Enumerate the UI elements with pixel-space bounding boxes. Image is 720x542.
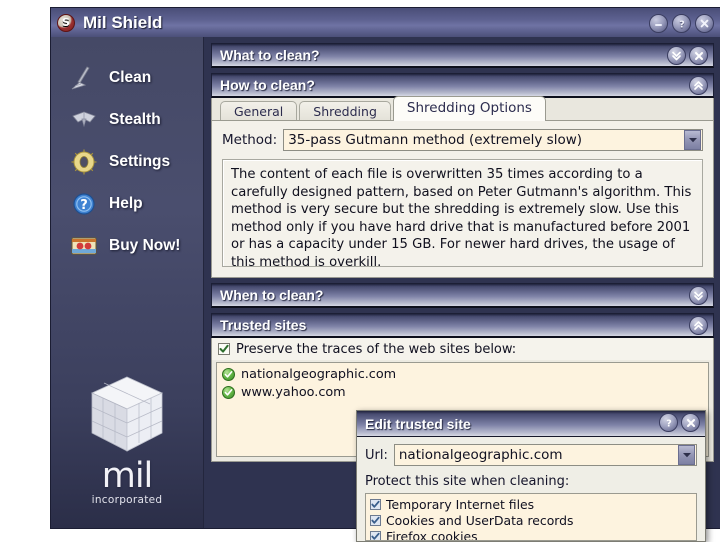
sidebar-item-label: Stealth	[109, 111, 161, 128]
preserve-traces-checkbox[interactable]	[218, 343, 230, 355]
panel-body-how-to-clean: General Shredding Shredding Options Meth…	[211, 96, 714, 278]
protect-checkbox[interactable]	[370, 514, 381, 526]
dialog-help-button[interactable]: ?	[659, 413, 678, 432]
chevron-down-icon[interactable]	[684, 130, 701, 150]
sidebar-item-label: Help	[109, 195, 143, 212]
panel-controls	[689, 286, 708, 305]
svg-text:?: ?	[666, 418, 672, 429]
dialog-close-button[interactable]	[681, 413, 700, 432]
tab-shredding-options[interactable]: Shredding Options	[392, 96, 546, 121]
url-label: Url:	[365, 447, 388, 463]
list-item-label: Cookies and UserData records	[386, 512, 574, 528]
tabpane-shredding-options: Method: 35-pass Gutmann method (extremel…	[212, 120, 713, 277]
close-button[interactable]	[695, 14, 714, 33]
sidebar: Clean Stealth Settings ? Help Buy Now! m…	[51, 37, 204, 528]
question-circle-icon: ?	[67, 189, 101, 219]
list-item[interactable]: Cookies and UserData records	[370, 512, 696, 528]
protect-checkbox[interactable]	[370, 498, 381, 510]
broom-icon	[67, 63, 101, 93]
banknote-icon	[67, 231, 101, 261]
preserve-traces-row[interactable]: Preserve the traces of the web sites bel…	[212, 338, 713, 360]
list-item-label: nationalgeographic.com	[241, 366, 397, 382]
chevron-double-down-icon[interactable]	[667, 46, 686, 65]
sidebar-item-settings[interactable]: Settings	[51, 141, 203, 183]
help-button[interactable]: ?	[672, 14, 691, 33]
panel-when-to-clean: When to clean?	[211, 283, 714, 308]
chevron-double-down-icon[interactable]	[689, 286, 708, 305]
panel-controls	[667, 46, 708, 65]
panel-title: How to clean?	[220, 77, 315, 93]
url-row: Url: nationalgeographic.com	[365, 444, 697, 466]
sidebar-item-label: Clean	[109, 69, 152, 86]
panel-header-trusted-sites[interactable]: Trusted sites	[211, 313, 714, 338]
dialog-controls: ?	[659, 413, 700, 432]
brand-subtitle: incorporated	[91, 494, 163, 506]
dialog-title: Edit trusted site	[365, 415, 471, 432]
list-item[interactable]: Firefox cookies	[370, 528, 696, 541]
window-titlebar[interactable]: S Mil Shield ?	[51, 8, 720, 38]
panel-what-to-clean: What to clean?	[211, 43, 714, 68]
panel-header-what-to-clean[interactable]: What to clean?	[211, 43, 714, 68]
green-check-icon	[222, 367, 235, 381]
close-icon[interactable]	[689, 46, 708, 65]
method-description: The content of each file is overwritten …	[222, 159, 703, 267]
panel-title: What to clean?	[220, 47, 320, 63]
panel-header-when-to-clean[interactable]: When to clean?	[211, 283, 714, 308]
minimize-button[interactable]	[649, 14, 668, 33]
chevron-double-up-icon[interactable]	[689, 76, 708, 95]
panel-controls	[689, 316, 708, 335]
panel-controls	[689, 76, 708, 95]
tabstrip: General Shredding Shredding Options	[212, 96, 713, 123]
url-input[interactable]: nationalgeographic.com	[395, 447, 678, 463]
edit-trusted-site-dialog: Edit trusted site ? Url: nationalgeograp…	[356, 410, 706, 542]
green-check-icon	[222, 385, 235, 399]
sidebar-item-buy-now[interactable]: Buy Now!	[51, 225, 203, 267]
sidebar-item-label: Buy Now!	[109, 237, 181, 254]
list-item[interactable]: www.yahoo.com	[219, 383, 708, 401]
cube-logo-icon	[51, 371, 203, 457]
window-title: Mil Shield	[83, 12, 163, 32]
panel-title: When to clean?	[220, 287, 324, 303]
url-combobox[interactable]: nationalgeographic.com	[393, 444, 697, 466]
list-item-label: Firefox cookies	[386, 528, 478, 541]
method-row: Method: 35-pass Gutmann method (extremel…	[222, 129, 703, 151]
panel-header-how-to-clean[interactable]: How to clean?	[211, 73, 714, 98]
protect-checkbox[interactable]	[370, 530, 381, 540]
list-item[interactable]: Temporary Internet files	[370, 496, 696, 512]
dialog-body: Url: nationalgeographic.com Protect this…	[357, 437, 705, 541]
dialog-titlebar[interactable]: Edit trusted site ?	[357, 411, 705, 437]
list-item[interactable]: nationalgeographic.com	[219, 365, 708, 383]
app-logo-icon: S	[57, 13, 75, 32]
protect-label: Protect this site when cleaning:	[365, 474, 570, 489]
panel-how-to-clean: How to clean? General Shredding Shreddin…	[211, 73, 714, 278]
preserve-traces-label: Preserve the traces of the web sites bel…	[236, 341, 517, 357]
chevron-double-up-icon[interactable]	[689, 316, 708, 335]
svg-text:?: ?	[80, 198, 88, 213]
brand-name: mil	[101, 456, 154, 496]
sidebar-item-clean[interactable]: Clean	[51, 57, 203, 99]
method-value: 35-pass Gutmann method (extremely slow)	[288, 132, 583, 148]
stealth-plane-icon	[67, 105, 101, 135]
brand-block: mil incorporated	[51, 371, 203, 506]
method-label: Method:	[222, 132, 278, 148]
list-item-label: Temporary Internet files	[386, 496, 535, 512]
method-combobox[interactable]: 35-pass Gutmann method (extremely slow)	[283, 129, 703, 151]
sidebar-item-label: Settings	[109, 153, 171, 170]
panel-title: Trusted sites	[220, 317, 307, 333]
sidebar-nav: Clean Stealth Settings ? Help Buy Now!	[51, 37, 203, 267]
list-item-label: www.yahoo.com	[241, 384, 346, 400]
svg-text:?: ?	[679, 19, 685, 30]
chevron-down-icon[interactable]	[678, 445, 695, 465]
protect-options-list[interactable]: Temporary Internet files Cookies and Use…	[365, 493, 697, 541]
gear-icon	[67, 147, 101, 177]
sidebar-item-help[interactable]: ? Help	[51, 183, 203, 225]
sidebar-item-stealth[interactable]: Stealth	[51, 99, 203, 141]
window-controls: ?	[649, 14, 714, 33]
screen: S Mil Shield ? Clean Stealth Settings ? …	[0, 0, 720, 542]
